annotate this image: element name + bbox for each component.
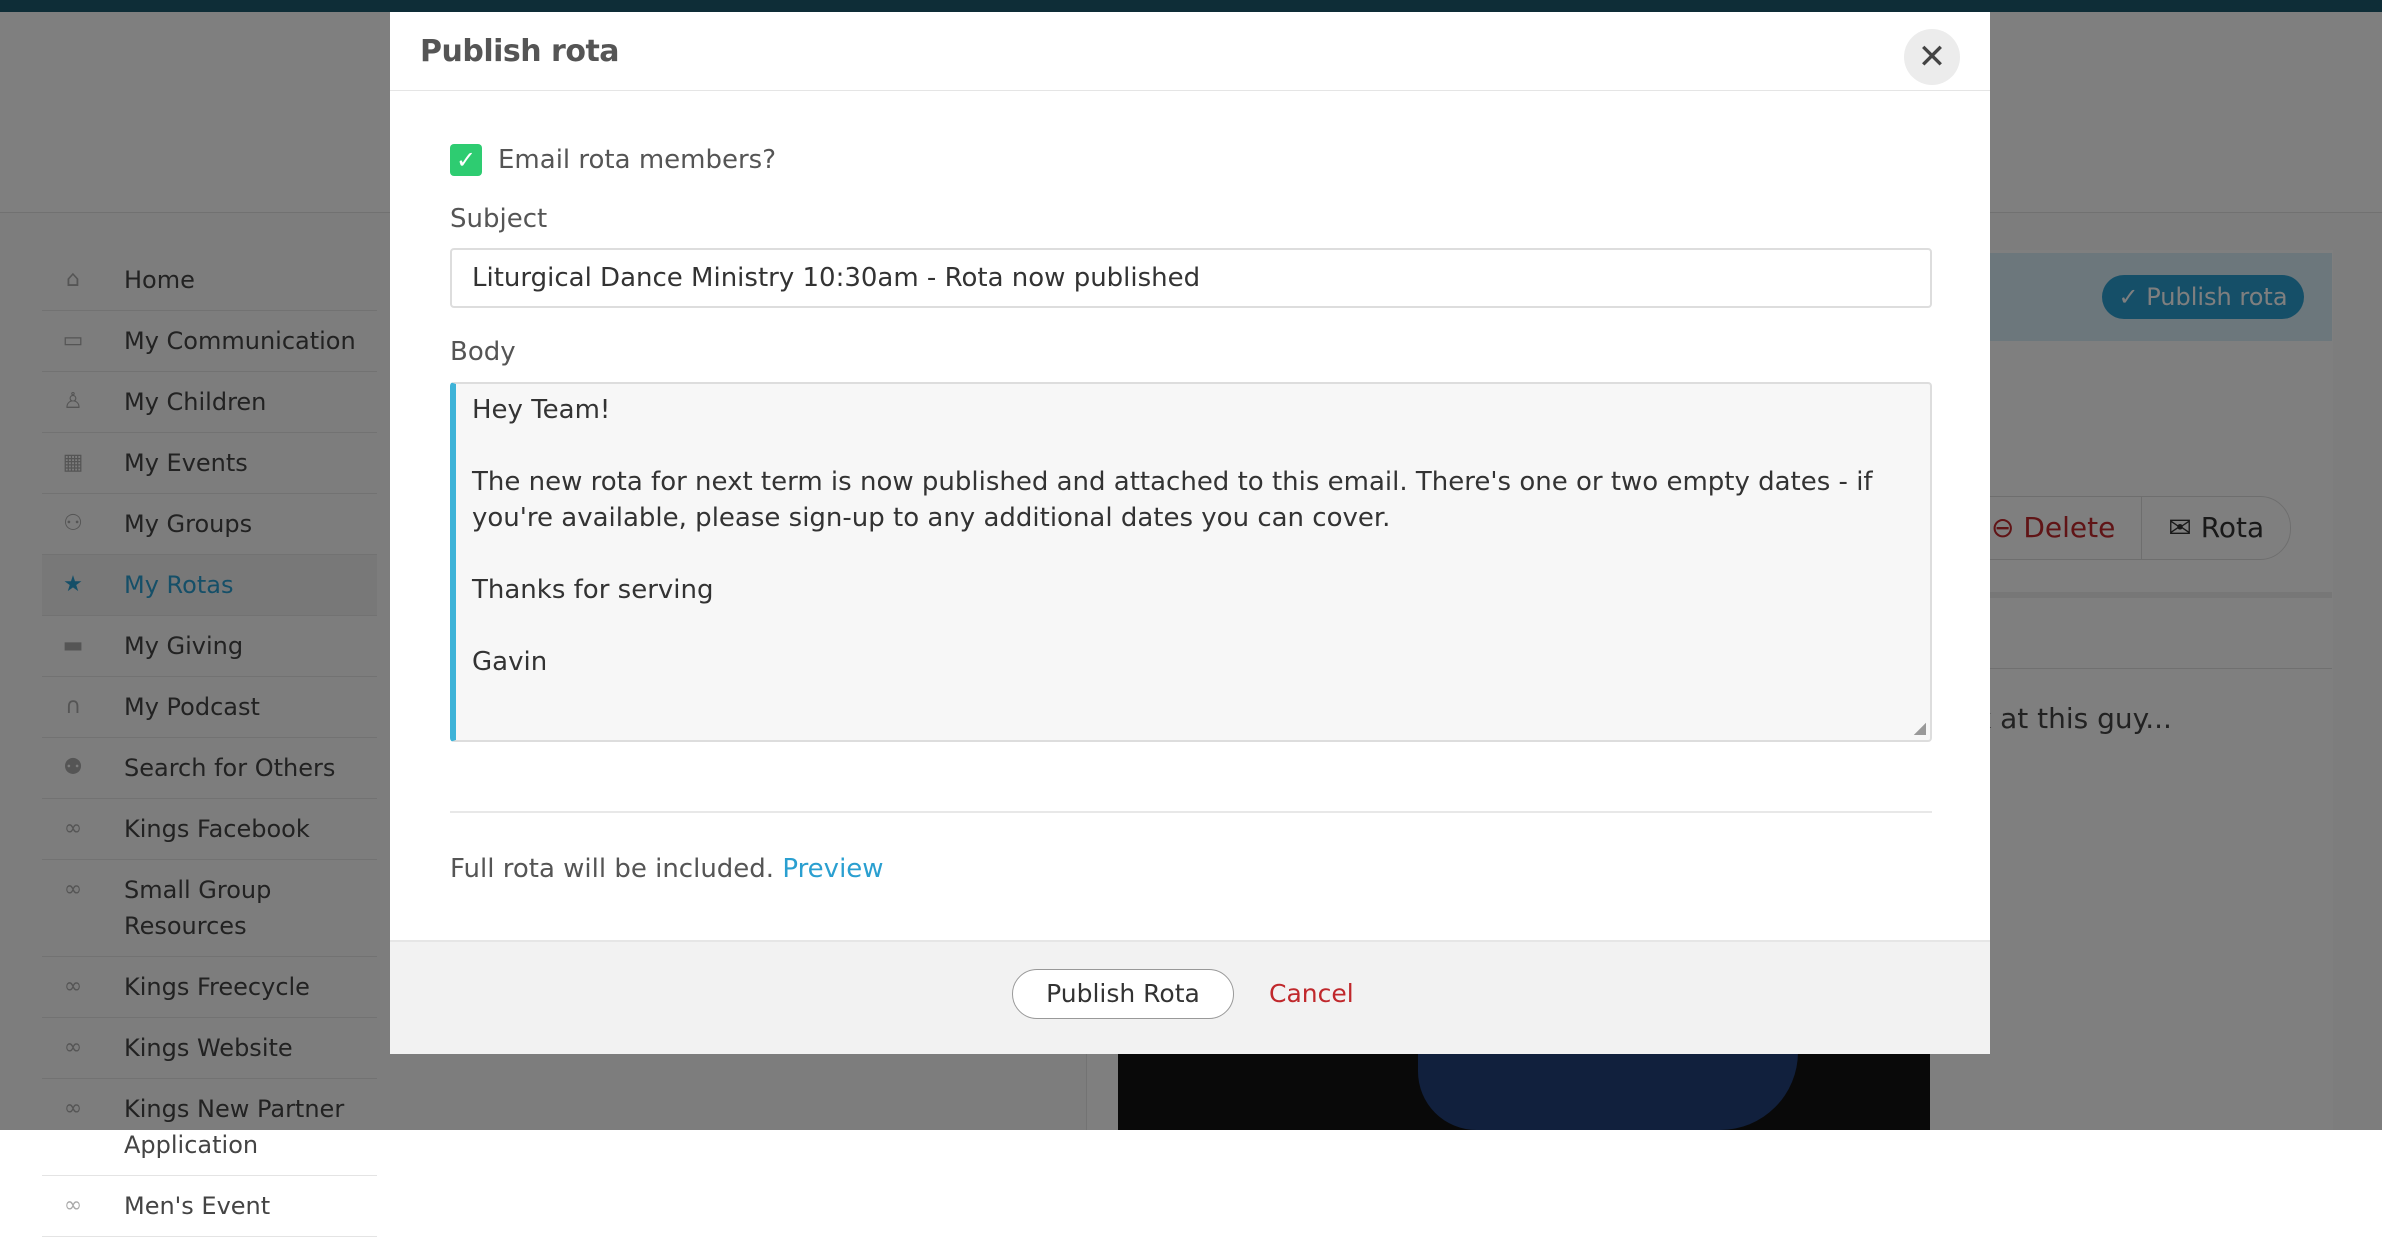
modal-title: Publish rota bbox=[420, 34, 620, 69]
body-line: Gavin bbox=[472, 647, 548, 677]
sidebar-item-label: Men's Event bbox=[124, 1192, 271, 1220]
email-members-checkbox[interactable]: ✓ bbox=[450, 144, 482, 176]
email-members-row[interactable]: ✓ Email rota members? bbox=[450, 144, 776, 176]
body-line: The new rota for next term is now publis… bbox=[472, 467, 1881, 533]
sidebar-item[interactable]: ∞ Men's Event bbox=[42, 1176, 377, 1237]
email-members-label[interactable]: Email rota members? bbox=[498, 145, 776, 175]
body-textarea[interactable]: Hey Team! The new rota for next term is n… bbox=[450, 382, 1932, 742]
body-line bbox=[472, 536, 1914, 572]
subject-input[interactable] bbox=[450, 248, 1932, 308]
included-note: Full rota will be included. Preview bbox=[450, 854, 884, 884]
link-icon: ∞ bbox=[63, 1193, 83, 1218]
body-line bbox=[472, 428, 1914, 464]
body-line: Thanks for serving bbox=[472, 575, 714, 605]
body-label: Body bbox=[450, 337, 516, 367]
subject-label: Subject bbox=[450, 204, 548, 234]
cancel-link[interactable]: Cancel bbox=[1269, 979, 1354, 1008]
publish-rota-submit-button[interactable]: Publish Rota bbox=[1012, 969, 1234, 1019]
resize-handle-icon[interactable]: ◢ bbox=[1914, 720, 1926, 736]
close-icon[interactable]: ✕ bbox=[1904, 29, 1960, 85]
publish-rota-modal: Publish rota ✕ ✓ Email rota members? Sub… bbox=[390, 12, 1990, 1054]
body-line: Hey Team! bbox=[472, 395, 611, 425]
preview-link[interactable]: Preview bbox=[782, 854, 883, 884]
included-text: Full rota will be included. bbox=[450, 854, 775, 884]
body-line bbox=[472, 608, 1914, 644]
modal-footer: Publish Rota Cancel bbox=[390, 940, 1990, 1054]
modal-header: Publish rota ✕ bbox=[390, 12, 1990, 91]
divider bbox=[450, 811, 1932, 813]
